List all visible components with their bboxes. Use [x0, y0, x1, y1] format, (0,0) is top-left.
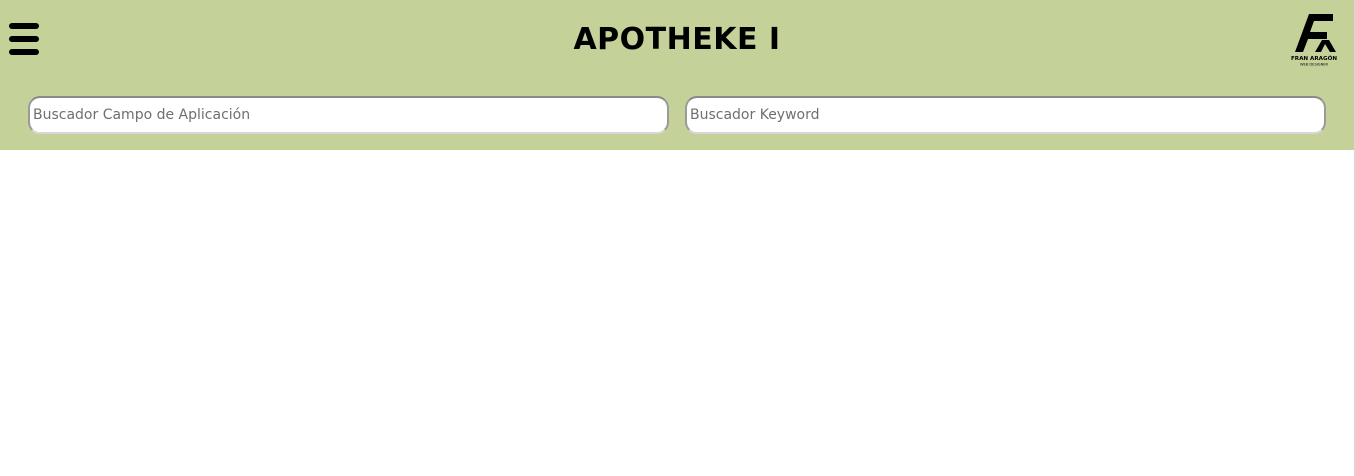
- keyword-search-input[interactable]: [685, 96, 1326, 134]
- page-title: APOTHEKE I: [573, 22, 781, 57]
- logo-tagline: WEB DESIGNER: [1300, 63, 1329, 67]
- logo-name: FRAN ARAGÓN: [1291, 55, 1337, 62]
- brand-logo[interactable]: FRAN ARAGÓN WEB DESIGNER: [1289, 12, 1339, 68]
- results-area: [0, 150, 1354, 476]
- fa-logo-icon: FRAN ARAGÓN WEB DESIGNER: [1291, 14, 1337, 67]
- campo-aplicacion-search-input[interactable]: [28, 96, 669, 134]
- header-bar: APOTHEKE I FRAN ARAGÓN WEB DESIGNER: [0, 0, 1354, 150]
